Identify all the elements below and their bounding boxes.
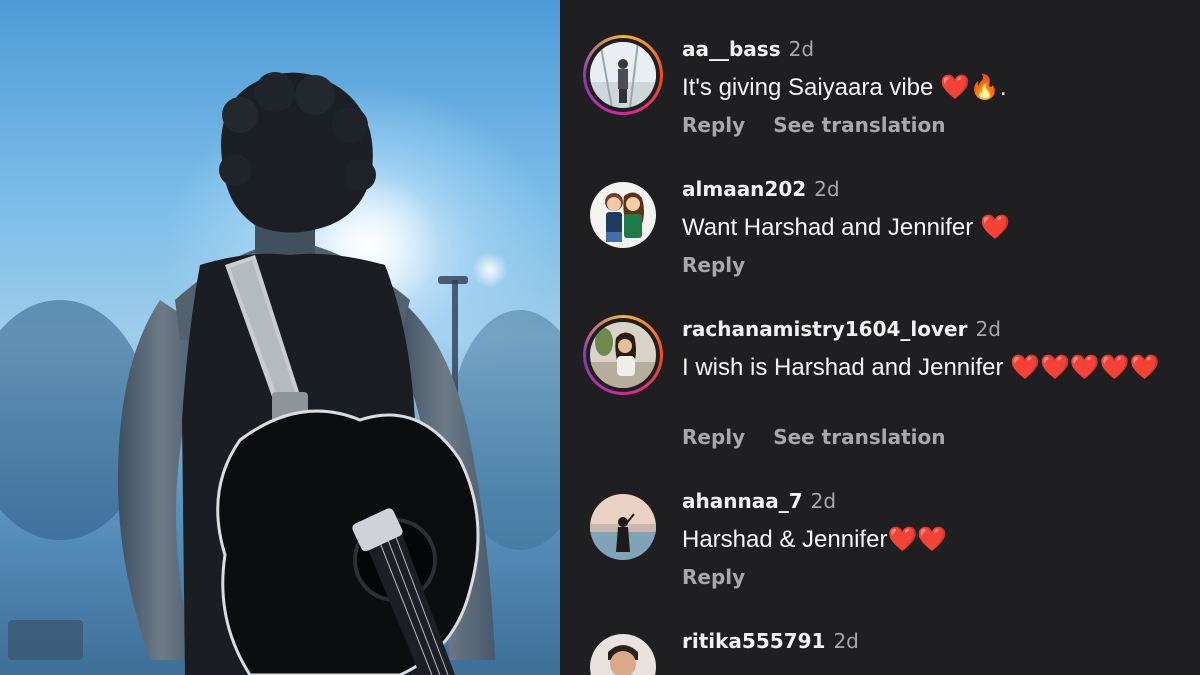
reply-button[interactable]: Reply [682, 565, 745, 589]
comment-time: 2d [810, 489, 837, 513]
reply-button[interactable]: Reply [682, 425, 745, 449]
see-translation-button[interactable]: See translation [773, 113, 945, 137]
username[interactable]: almaan202 [682, 177, 806, 201]
comment-time: 2d [975, 317, 1001, 341]
avatar[interactable] [590, 494, 656, 560]
comment-text: I wish is Harshad and Jennifer ❤️❤️❤️❤️❤… [682, 354, 1160, 381]
story-ring-avatar[interactable] [583, 35, 663, 115]
comment-time: 2d [833, 629, 859, 653]
avatar [590, 42, 656, 108]
username[interactable]: rachanamistry1604_lover [682, 317, 967, 341]
username[interactable]: ahannaa_7 [682, 489, 803, 513]
username[interactable]: aa__bass [682, 37, 781, 61]
comments-panel: aa__bass 2d It's giving Saiyaara vibe ❤️🔥… [560, 0, 1200, 675]
avatar[interactable] [590, 634, 656, 675]
concert-photo [0, 0, 560, 675]
comment-text: It's giving Saiyaara vibe ❤️🔥. [682, 74, 1007, 101]
reply-button[interactable]: Reply [682, 113, 745, 137]
username[interactable]: ritika555791 [682, 629, 825, 653]
comment-time: 2d [814, 177, 840, 201]
comment-time: 2d [788, 37, 815, 61]
reply-button[interactable]: Reply [682, 253, 745, 277]
comment-text: Harshad & Jennifer❤️❤️ [682, 526, 948, 553]
avatar[interactable] [590, 182, 656, 248]
story-ring-avatar[interactable] [583, 315, 663, 395]
comment-text: Want Harshad and Jennifer ❤️ [682, 214, 1010, 241]
avatar [590, 322, 656, 388]
see-translation-button[interactable]: See translation [773, 425, 945, 449]
